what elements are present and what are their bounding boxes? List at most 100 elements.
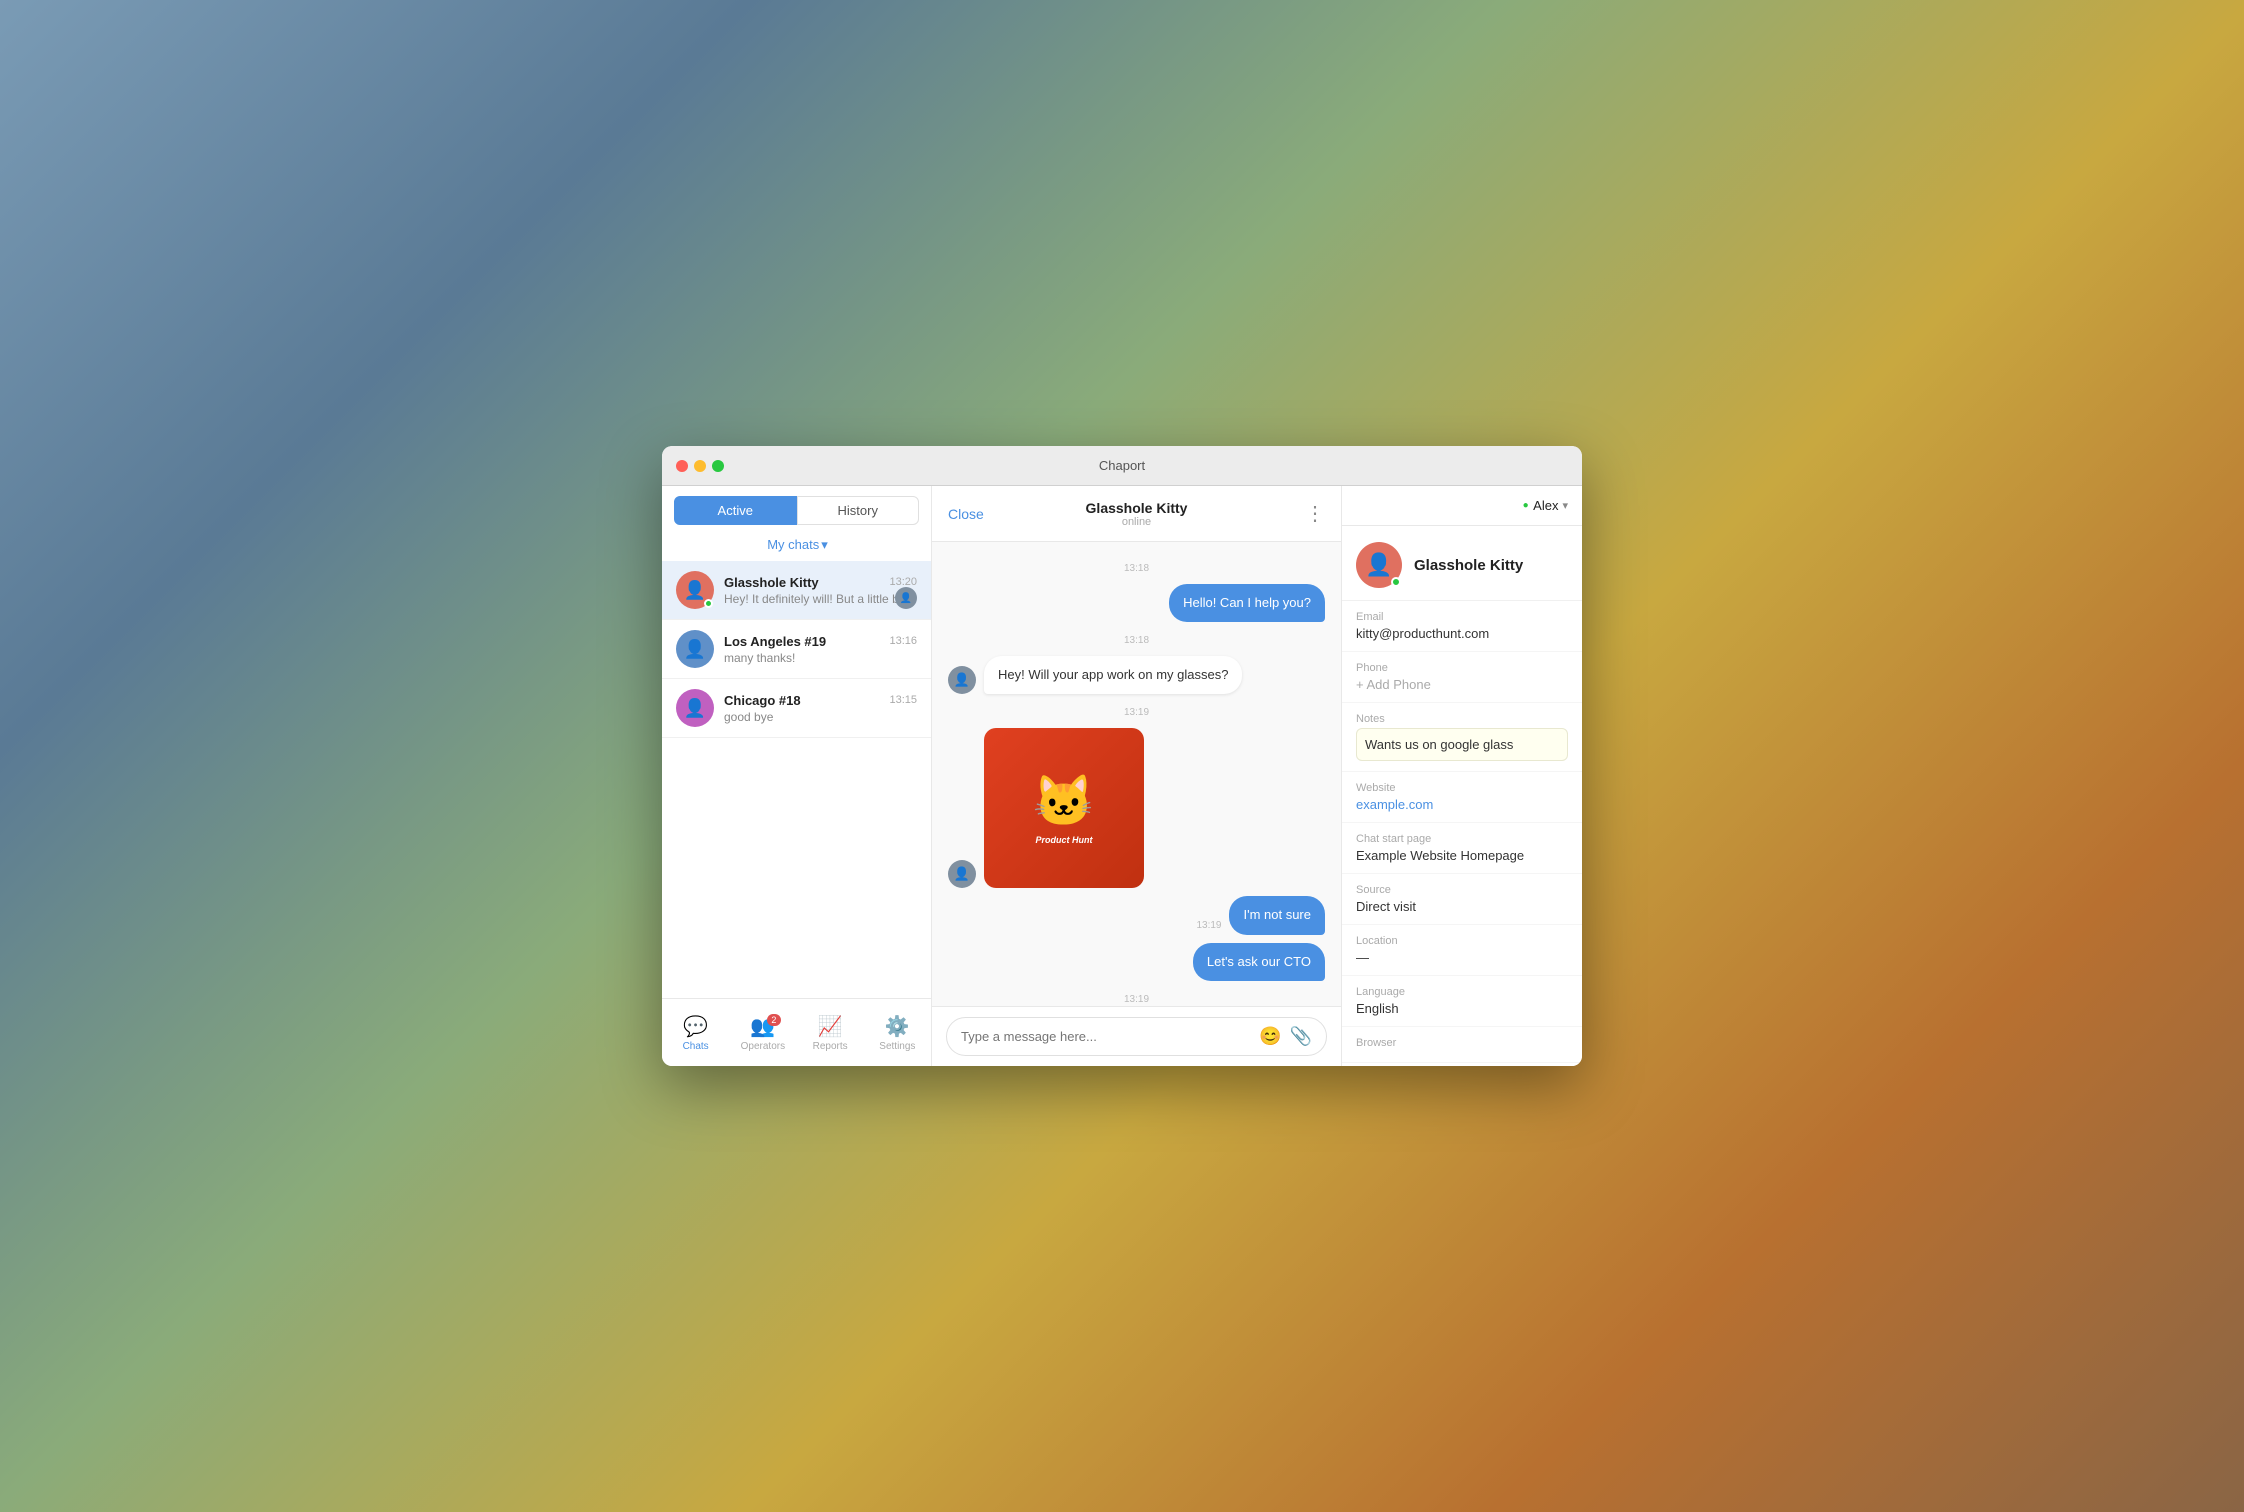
chat-start-page-label: Chat start page bbox=[1356, 833, 1568, 845]
reports-label: Reports bbox=[813, 1041, 848, 1052]
chat-name: Chicago #18 bbox=[724, 693, 801, 708]
chat-item-glasshole-kitty[interactable]: 👤 Glasshole Kitty 13:20 Hey! It definite… bbox=[662, 561, 931, 620]
agent-dropdown-icon[interactable]: ▾ bbox=[1562, 499, 1568, 512]
bubble-sent: Hello! Can I help you? bbox=[1169, 584, 1325, 622]
customer-avatar-msg2: 👤 bbox=[948, 860, 976, 888]
message-input[interactable] bbox=[961, 1029, 1251, 1044]
email-value: kitty@producthunt.com bbox=[1356, 626, 1568, 641]
msg-time: 13:19 bbox=[1196, 920, 1221, 931]
time-label: 13:19 bbox=[1124, 994, 1149, 1005]
close-traffic-light[interactable] bbox=[676, 460, 688, 472]
avatar-icon: 👤 bbox=[684, 580, 706, 601]
chat-contact-name: Glasshole Kitty bbox=[1086, 500, 1188, 516]
avatar-los-angeles: 👤 bbox=[676, 630, 714, 668]
chat-name-row: Chicago #18 13:15 bbox=[724, 693, 917, 708]
operators-label: Operators bbox=[741, 1041, 785, 1052]
customer-avatar-msg: 👤 bbox=[948, 666, 976, 694]
agent-online-dot: ● bbox=[1523, 500, 1529, 511]
bubble-not-sure: I'm not sure bbox=[1229, 896, 1325, 934]
chat-time: 13:16 bbox=[889, 635, 917, 647]
bottom-nav: 💬 Chats 👥 2 Operators 📈 Reports ⚙️ Setti… bbox=[662, 998, 931, 1066]
phone-label: Phone bbox=[1356, 662, 1568, 674]
tab-history[interactable]: History bbox=[797, 496, 920, 525]
attach-icon[interactable]: 📎 bbox=[1290, 1026, 1312, 1047]
chat-name-row: Glasshole Kitty 13:20 bbox=[724, 575, 917, 590]
website-value[interactable]: example.com bbox=[1356, 797, 1568, 812]
timestamp-1318b: 13:18 bbox=[948, 630, 1325, 648]
chat-menu-button[interactable]: ⋮ bbox=[1305, 501, 1325, 526]
chat-info-glasshole-kitty: Glasshole Kitty 13:20 Hey! It definitely… bbox=[724, 575, 917, 606]
chat-panel: Close Glasshole Kitty online ⋮ 13:18 Hel… bbox=[932, 486, 1342, 1066]
info-panel: ● Alex ▾ 👤 Glasshole Kitty Email kitty@p… bbox=[1342, 486, 1582, 1066]
window-title: Chaport bbox=[1099, 458, 1145, 473]
filter-caret-icon: ▾ bbox=[821, 537, 828, 552]
online-indicator bbox=[704, 599, 713, 608]
tab-active[interactable]: Active bbox=[674, 496, 797, 525]
email-label: Email bbox=[1356, 611, 1568, 623]
settings-label: Settings bbox=[879, 1041, 915, 1052]
message-input-row: 😊 📎 bbox=[946, 1017, 1327, 1056]
message-cto: Let's ask our CTO bbox=[948, 943, 1325, 981]
info-user-name: Glasshole Kitty bbox=[1414, 557, 1523, 574]
agent-avatar-small: 👤 bbox=[895, 587, 917, 609]
traffic-lights bbox=[676, 460, 724, 472]
titlebar: Chaport bbox=[662, 446, 1582, 486]
notes-label: Notes bbox=[1356, 713, 1568, 725]
sidebar: Active History My chats▾ 👤 Glasshole K bbox=[662, 486, 932, 1066]
chats-label: Chats bbox=[683, 1041, 709, 1052]
info-section-phone: Phone + Add Phone bbox=[1342, 652, 1582, 703]
input-area: 😊 📎 bbox=[932, 1006, 1341, 1066]
bubble-cto: Let's ask our CTO bbox=[1193, 943, 1325, 981]
message-received-glasses: 👤 Hey! Will your app work on my glasses? bbox=[948, 656, 1325, 694]
phone-value[interactable]: + Add Phone bbox=[1356, 677, 1568, 692]
emoji-icon[interactable]: 😊 bbox=[1259, 1026, 1281, 1047]
source-value: Direct visit bbox=[1356, 899, 1568, 914]
chat-item-los-angeles[interactable]: 👤 Los Angeles #19 13:16 many thanks! bbox=[662, 620, 931, 679]
chat-start-page-value: Example Website Homepage bbox=[1356, 848, 1568, 863]
chat-item-chicago[interactable]: 👤 Chicago #18 13:15 good bye bbox=[662, 679, 931, 738]
maximize-traffic-light[interactable] bbox=[712, 460, 724, 472]
nav-item-settings[interactable]: ⚙️ Settings bbox=[864, 1008, 931, 1058]
nav-item-operators[interactable]: 👥 2 Operators bbox=[729, 1008, 796, 1058]
info-online-indicator bbox=[1391, 577, 1401, 587]
chat-time: 13:15 bbox=[889, 694, 917, 706]
info-section-language: Language English bbox=[1342, 976, 1582, 1027]
timestamp-1319a: 13:19 bbox=[948, 702, 1325, 720]
info-section-location: Location — bbox=[1342, 925, 1582, 976]
chat-name-row: Los Angeles #19 13:16 bbox=[724, 634, 917, 649]
sidebar-tabs: Active History bbox=[662, 486, 931, 533]
avatar-chicago: 👤 bbox=[676, 689, 714, 727]
settings-icon: ⚙️ bbox=[885, 1014, 910, 1039]
my-chats-filter[interactable]: My chats▾ bbox=[662, 533, 931, 561]
bubble-received: Hey! Will your app work on my glasses? bbox=[984, 656, 1242, 694]
main-content: Active History My chats▾ 👤 Glasshole K bbox=[662, 486, 1582, 1066]
notes-value[interactable]: Wants us on google glass bbox=[1356, 728, 1568, 761]
message-sent-hello: Hello! Can I help you? bbox=[948, 584, 1325, 622]
avatar-glasshole-kitty: 👤 bbox=[676, 571, 714, 609]
messages-area[interactable]: 13:18 Hello! Can I help you? 13:18 👤 Hey… bbox=[932, 542, 1341, 1006]
agent-header: ● Alex ▾ bbox=[1342, 486, 1582, 526]
close-chat-button[interactable]: Close bbox=[948, 506, 984, 522]
time-label: 13:18 bbox=[1124, 635, 1149, 646]
nav-item-chats[interactable]: 💬 Chats bbox=[662, 1008, 729, 1058]
chat-preview: good bye bbox=[724, 710, 917, 724]
reports-icon: 📈 bbox=[818, 1014, 843, 1039]
chat-header-center: Glasshole Kitty online bbox=[1086, 500, 1188, 528]
info-header: 👤 Glasshole Kitty bbox=[1342, 526, 1582, 601]
info-section-notes: Notes Wants us on google glass bbox=[1342, 703, 1582, 772]
message-not-sure: 13:19 I'm not sure bbox=[948, 896, 1325, 934]
timestamp-1319b: 13:19 bbox=[948, 989, 1325, 1006]
chat-info-chicago: Chicago #18 13:15 good bye bbox=[724, 693, 917, 724]
location-value: — bbox=[1356, 950, 1568, 965]
product-hunt-image: 🐱 Product Hunt bbox=[984, 728, 1144, 888]
chat-preview: many thanks! bbox=[724, 651, 917, 665]
minimize-traffic-light[interactable] bbox=[694, 460, 706, 472]
chat-preview: Hey! It definitely will! But a little bi… bbox=[724, 592, 917, 606]
agent-name: Alex bbox=[1533, 498, 1558, 513]
info-section-chat-start-page: Chat start page Example Website Homepage bbox=[1342, 823, 1582, 874]
location-label: Location bbox=[1356, 935, 1568, 947]
message-image: 👤 🐱 Product Hunt bbox=[948, 728, 1325, 888]
app-window: Chaport Active History My chats▾ 👤 bbox=[662, 446, 1582, 1066]
nav-item-reports[interactable]: 📈 Reports bbox=[797, 1008, 864, 1058]
avatar-icon: 👤 bbox=[684, 698, 706, 719]
